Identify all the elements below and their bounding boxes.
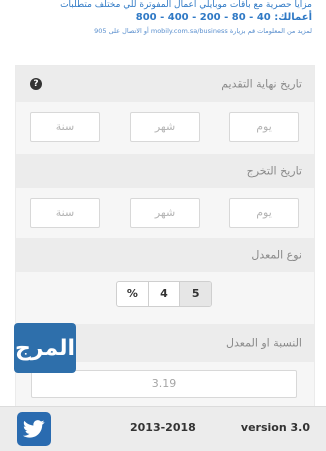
deadline-label: تاريخ نهاية التقديم — [221, 77, 302, 91]
deadline-year-field[interactable]: سنة — [30, 112, 100, 142]
gpa-label: النسبة او المعدل — [226, 336, 302, 350]
deadline-header: تاريخ نهاية التقديم ? — [16, 66, 314, 102]
banner-line-1: مزايا حصرية مع باقات موبايلي أعمال المفو… — [60, 0, 312, 10]
average-option-5[interactable]: 5 — [180, 282, 211, 306]
twitter-icon — [23, 420, 45, 438]
footer-bar: 2013-2018 version 3.0 — [0, 406, 326, 451]
graduation-year-field[interactable]: سنة — [30, 198, 100, 228]
graduation-fields: يوم شهر سنة — [16, 188, 314, 238]
copyright-years: 2013-2018 — [130, 421, 196, 434]
average-option-4[interactable]: 4 — [149, 282, 181, 306]
graduation-header: تاريخ التخرج — [16, 154, 314, 188]
deadline-day-field[interactable]: يوم — [229, 112, 299, 142]
average-type-header: نوع المعدل — [16, 238, 314, 272]
graduation-month-field[interactable]: شهر — [130, 198, 200, 228]
graduation-label: تاريخ التخرج — [246, 164, 302, 178]
average-type-label: نوع المعدل — [251, 248, 302, 262]
average-type-fields: % 4 5 — [16, 272, 314, 324]
promo-banner[interactable]: مزايا حصرية مع باقات موبايلي أعمال المفو… — [0, 0, 326, 40]
twitter-button[interactable] — [17, 412, 51, 446]
site-logo: المرج — [14, 323, 76, 373]
logo-text: المرج — [14, 335, 76, 361]
graduation-day-field[interactable]: يوم — [229, 198, 299, 228]
banner-line-3: لمزيد من المعلومات قم بزيارة mobily.com.… — [94, 27, 312, 35]
average-type-toggle[interactable]: % 4 5 — [116, 281, 212, 307]
app-version: version 3.0 — [240, 421, 310, 434]
banner-line-2: أعمالك: 40 - 80 - 200 - 400 - 800 — [135, 12, 312, 23]
average-option-percent[interactable]: % — [117, 282, 149, 306]
gpa-input[interactable]: 3.19 — [31, 370, 297, 398]
deadline-month-field[interactable]: شهر — [130, 112, 200, 142]
help-icon[interactable]: ? — [30, 78, 42, 90]
deadline-fields: يوم شهر سنة — [16, 102, 314, 154]
